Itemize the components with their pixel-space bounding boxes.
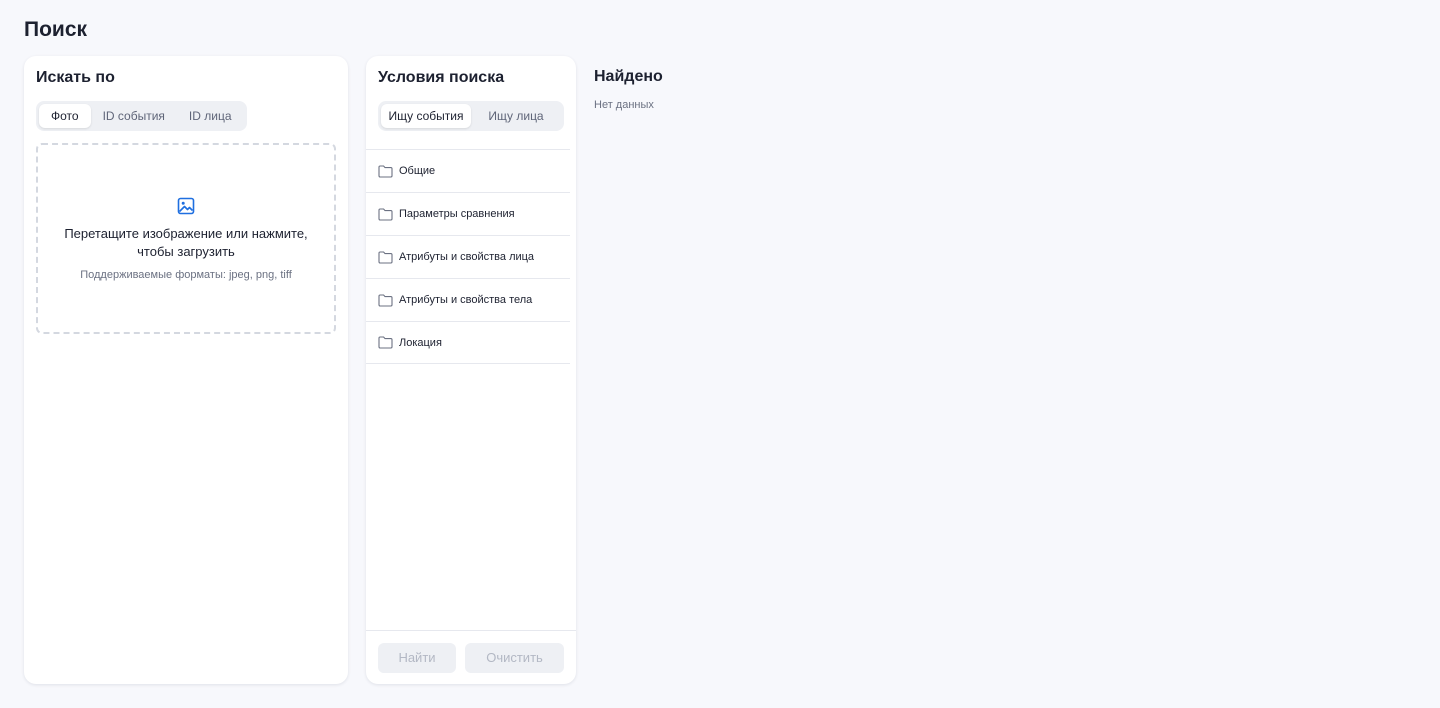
clear-button[interactable]: Очистить: [465, 642, 564, 673]
condition-group-location[interactable]: Локация: [366, 321, 570, 364]
no-data-message: Нет данных: [594, 99, 654, 111]
condition-group-label: Общие: [399, 165, 436, 177]
image-dropzone[interactable]: Перетащите изображение или нажмите, чтоб…: [36, 143, 336, 334]
folder-icon: [378, 250, 393, 264]
folder-icon: [378, 336, 393, 349]
search-by-title: Искать по: [36, 69, 115, 86]
condition-group-comparison[interactable]: Параметры сравнения: [366, 192, 570, 235]
tab-search-events[interactable]: Ищу события: [381, 104, 471, 128]
search-by-panel: Искать по Фото ID события ID лица Перета…: [24, 56, 348, 684]
conditions-list: Общие Параметры сравнения Атрибуты и сво…: [366, 149, 576, 630]
dropzone-text: Перетащите изображение или нажмите, чтоб…: [64, 225, 308, 259]
folder-icon: [378, 293, 393, 307]
conditions-tabs: Ищу события Ищу лица: [378, 101, 564, 131]
search-conditions-panel: Условия поиска Ищу события Ищу лица Общи…: [366, 56, 576, 684]
find-button[interactable]: Найти: [378, 642, 456, 673]
tab-search-faces[interactable]: Ищу лица: [471, 104, 561, 128]
found-title: Найдено: [594, 68, 663, 85]
condition-group-general[interactable]: Общие: [366, 149, 570, 192]
folder-icon: [378, 207, 393, 221]
folder-icon: [378, 164, 393, 178]
condition-group-label: Атрибуты и свойства лица: [399, 251, 535, 263]
condition-group-label: Параметры сравнения: [399, 208, 515, 220]
condition-group-label: Локация: [399, 336, 442, 349]
tab-photo[interactable]: Фото: [39, 104, 91, 128]
condition-group-label: Атрибуты и свойства тела: [399, 294, 533, 306]
image-icon: [177, 197, 195, 214]
search-by-tabs: Фото ID события ID лица: [36, 101, 247, 131]
page-title: Поиск: [24, 18, 88, 41]
conditions-footer: Найти Очистить: [366, 630, 576, 684]
condition-group-body-attributes[interactable]: Атрибуты и свойства тела: [366, 278, 570, 321]
tab-event-id[interactable]: ID события: [91, 104, 177, 128]
conditions-title: Условия поиска: [378, 69, 505, 86]
condition-group-face-attributes[interactable]: Атрибуты и свойства лица: [366, 235, 570, 278]
dropzone-formats-hint: Поддерживаемые форматы: jpeg, png, tiff: [80, 268, 292, 281]
tab-face-id[interactable]: ID лица: [177, 104, 244, 128]
